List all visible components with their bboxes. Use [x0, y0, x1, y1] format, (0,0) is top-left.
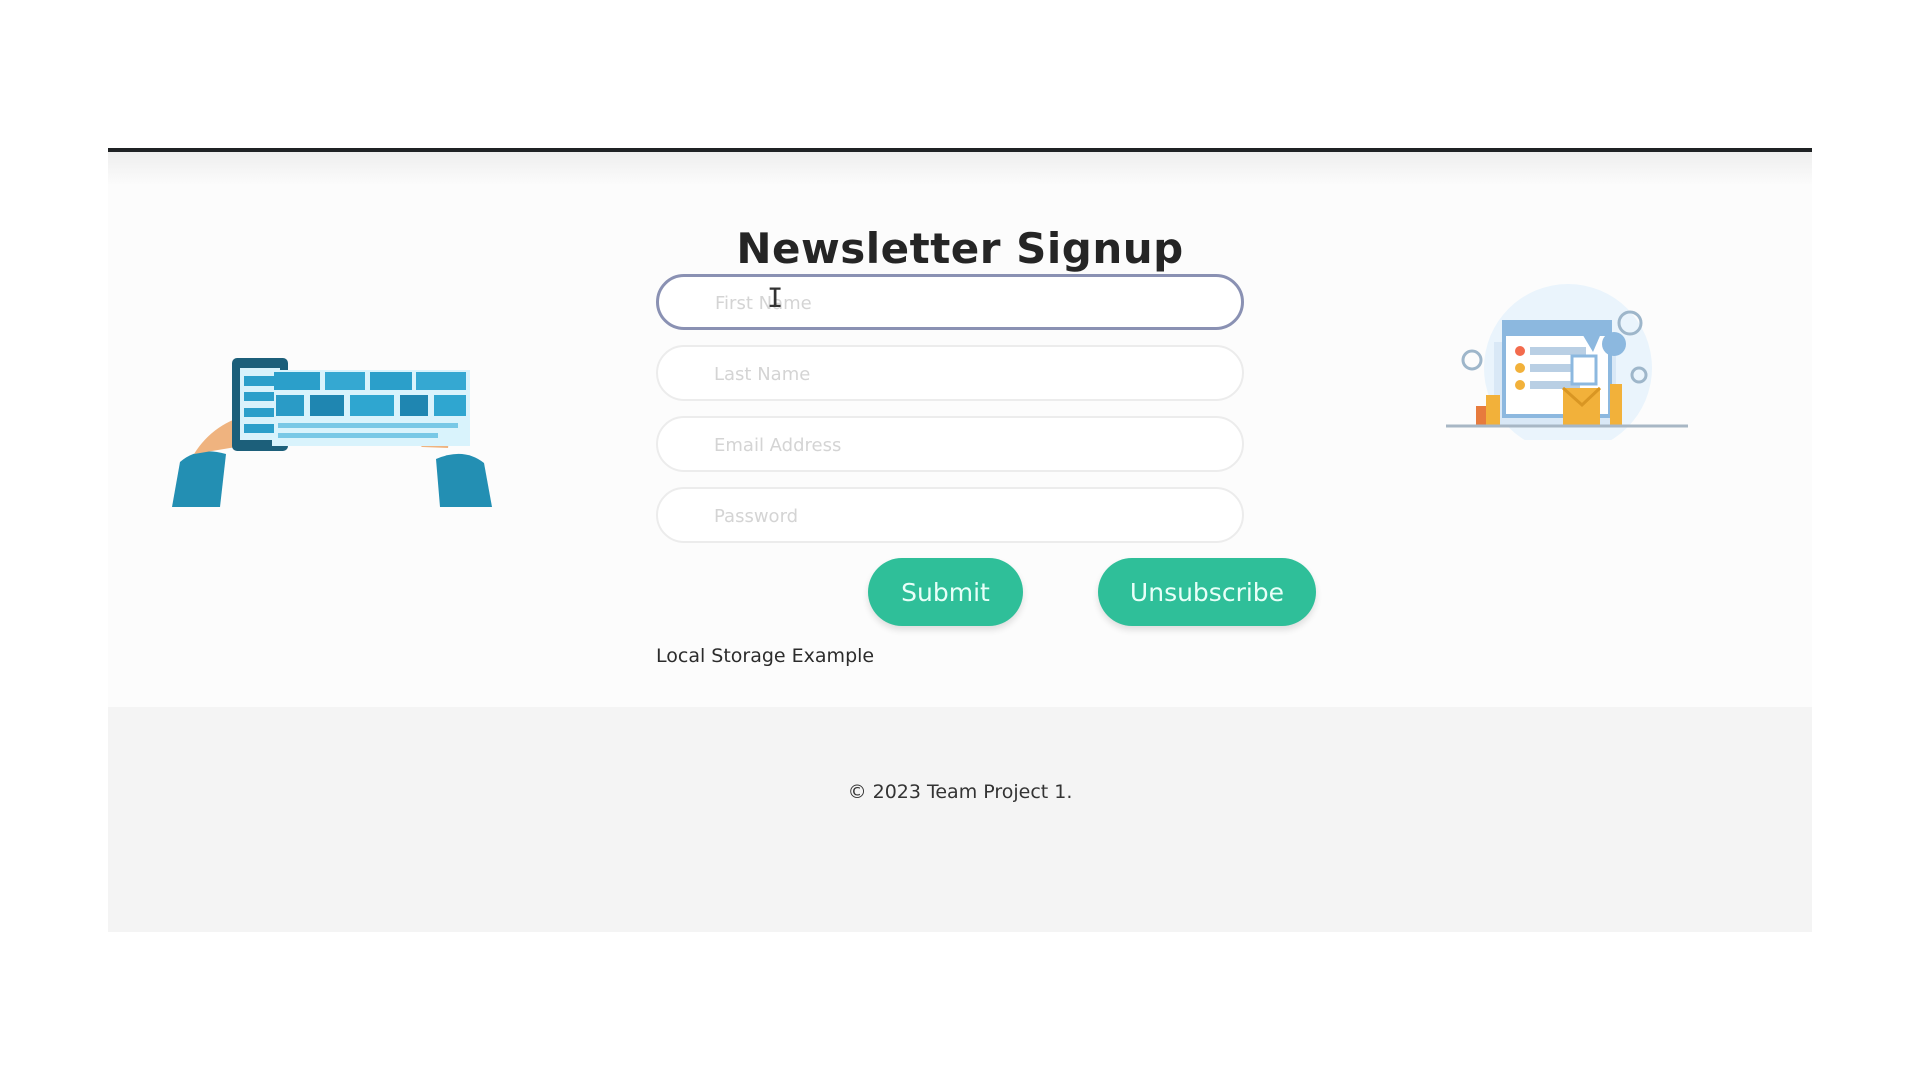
email-input[interactable] — [712, 418, 1216, 472]
submit-button[interactable]: Submit — [868, 558, 1023, 626]
newsletter-email-illustration-icon — [1446, 280, 1706, 452]
text-cursor-icon: I — [767, 283, 784, 314]
copyright-text: © 2023 Team Project 1. — [847, 781, 1073, 803]
footer: © 2023 Team Project 1. — [108, 707, 1812, 932]
password-field[interactable] — [656, 487, 1244, 543]
newsletter-page: Newsletter Signup I Submit Unsubscribe L… — [108, 152, 1812, 932]
newspaper-illustration-icon — [160, 342, 510, 522]
first-name-input[interactable] — [713, 277, 1217, 329]
email-field[interactable] — [656, 416, 1244, 472]
last-name-field[interactable] — [656, 345, 1244, 401]
first-name-field[interactable]: I — [656, 274, 1244, 330]
password-input[interactable] — [712, 489, 1216, 543]
newsletter-form: I — [656, 274, 1244, 558]
header-shadow — [108, 152, 1812, 186]
last-name-input[interactable] — [712, 347, 1216, 401]
unsubscribe-button[interactable]: Unsubscribe — [1098, 558, 1316, 626]
form-actions: Submit Unsubscribe — [760, 558, 1316, 628]
page-title: Newsletter Signup — [736, 224, 1184, 274]
local-storage-example-link[interactable]: Local Storage Example — [656, 645, 874, 667]
